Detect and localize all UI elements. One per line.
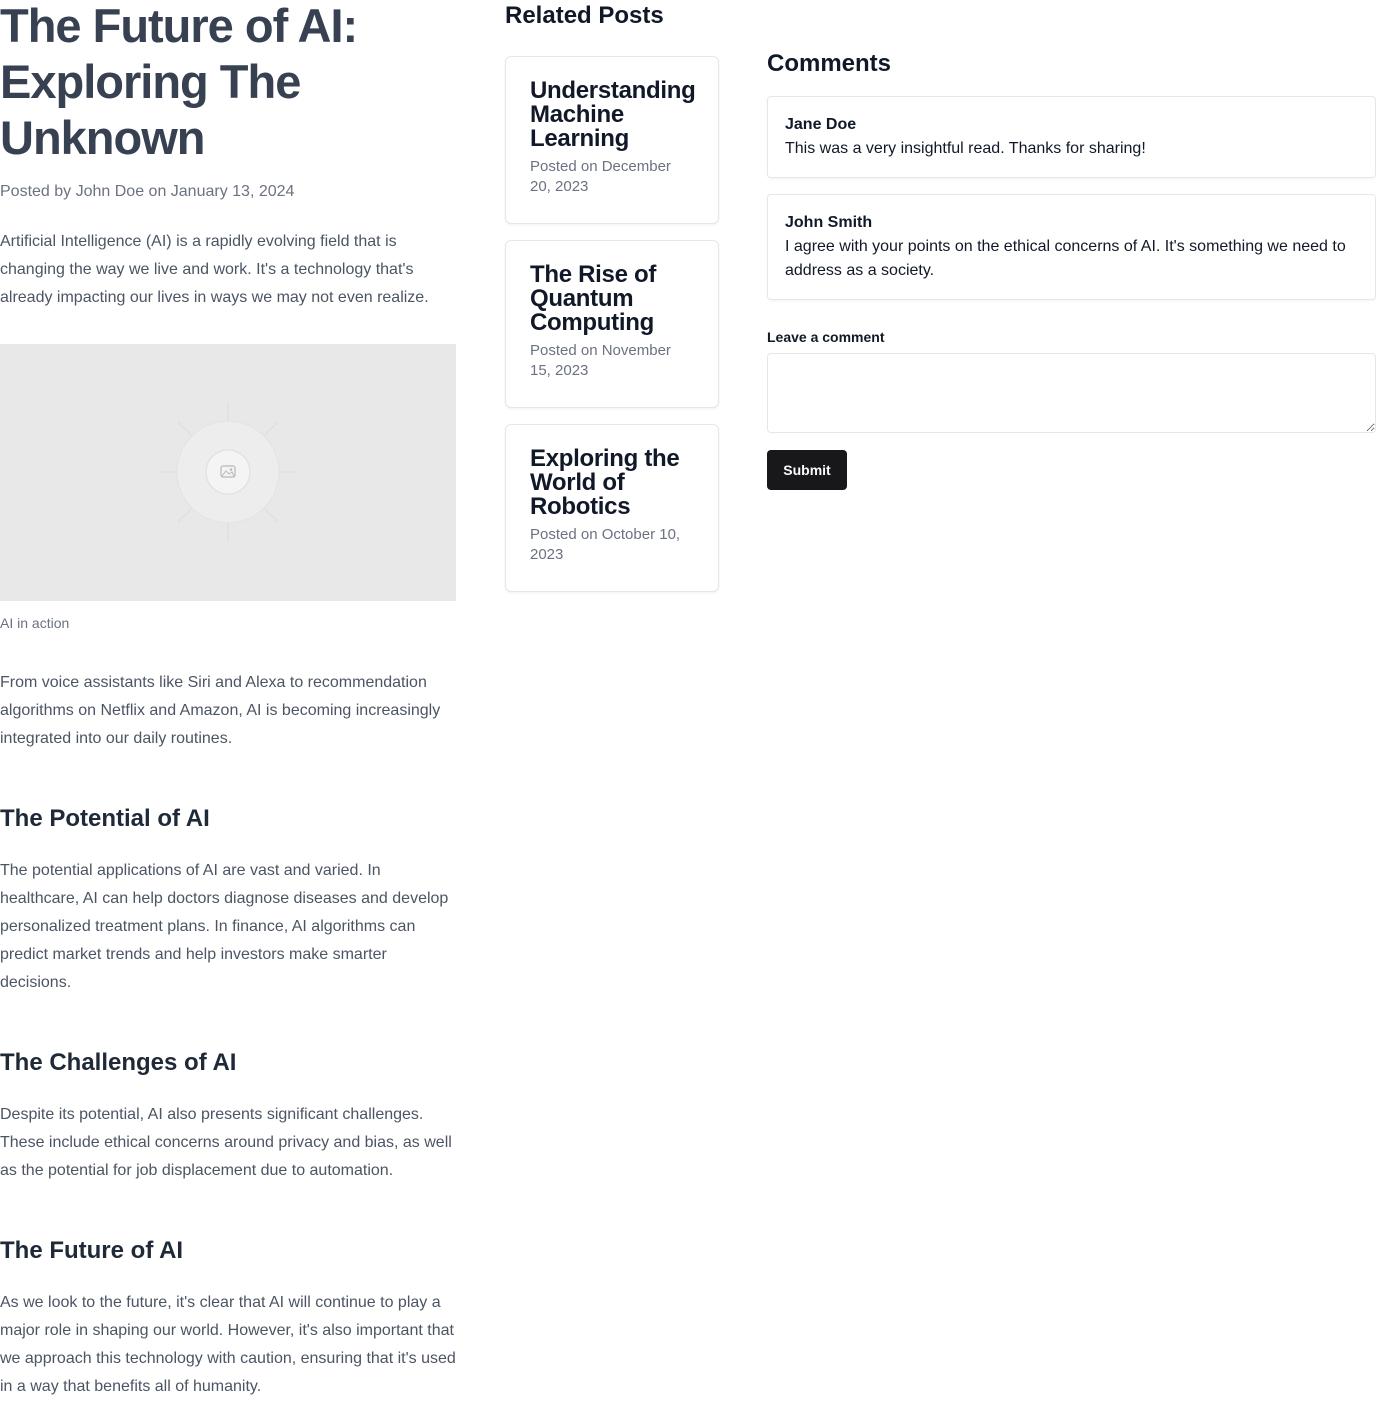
- image-placeholder-icon: [158, 402, 298, 542]
- comment-textarea[interactable]: [767, 353, 1376, 433]
- related-post-title[interactable]: The Rise of Quantum Computing: [530, 263, 694, 335]
- body-paragraph: From voice assistants like Siri and Alex…: [0, 674, 441, 747]
- comment-text: I agree with your points on the ethical …: [785, 238, 1346, 279]
- post-title: The Future of AI: Exploring The Unknown: [0, 0, 358, 164]
- section-heading: The Challenges of AI: [0, 1049, 237, 1076]
- section-body: As we look to the future, it's clear tha…: [0, 1294, 456, 1395]
- comment-form-label: Leave a comment: [767, 329, 885, 345]
- related-post-date: Posted on December 20, 2023: [530, 158, 671, 195]
- related-post-card[interactable]: Exploring the World of Robotics Posted o…: [505, 424, 719, 592]
- intro-paragraph: Artificial Intelligence (AI) is a rapidl…: [0, 233, 429, 306]
- image-caption: AI in action: [0, 615, 70, 631]
- hero-image: [0, 344, 456, 601]
- related-posts: Related Posts Understanding Machine Lear…: [505, 0, 719, 592]
- related-post-date: Posted on October 10, 2023: [530, 526, 681, 563]
- comments-section: Comments Jane Doe This was a very insigh…: [767, 48, 1376, 490]
- comment-author: John Smith: [785, 214, 873, 231]
- comments-title: Comments: [767, 50, 892, 77]
- section-heading: The Potential of AI: [0, 805, 210, 832]
- related-posts-title: Related Posts: [505, 2, 664, 29]
- post-meta: Posted by John Doe on January 13, 2024: [0, 183, 295, 200]
- related-post-title[interactable]: Exploring the World of Robotics: [530, 447, 694, 519]
- related-post-card[interactable]: Understanding Machine Learning Posted on…: [505, 56, 719, 224]
- section-body: The potential applications of AI are vas…: [0, 862, 449, 991]
- related-post-title[interactable]: Understanding Machine Learning: [530, 79, 696, 151]
- related-post-date: Posted on November 15, 2023: [530, 342, 671, 379]
- comment-author: Jane Doe: [785, 116, 857, 133]
- related-post-card[interactable]: The Rise of Quantum Computing Posted on …: [505, 240, 719, 408]
- section-heading: The Future of AI: [0, 1237, 184, 1264]
- submit-button[interactable]: Submit: [767, 450, 847, 490]
- comment-text: This was a very insightful read. Thanks …: [785, 140, 1146, 157]
- section-body: Despite its potential, AI also presents …: [0, 1106, 452, 1179]
- comment: John Smith I agree with your points on t…: [767, 194, 1376, 300]
- comment: Jane Doe This was a very insightful read…: [767, 96, 1376, 178]
- article: The Future of AI: Exploring The Unknown …: [0, 0, 456, 1401]
